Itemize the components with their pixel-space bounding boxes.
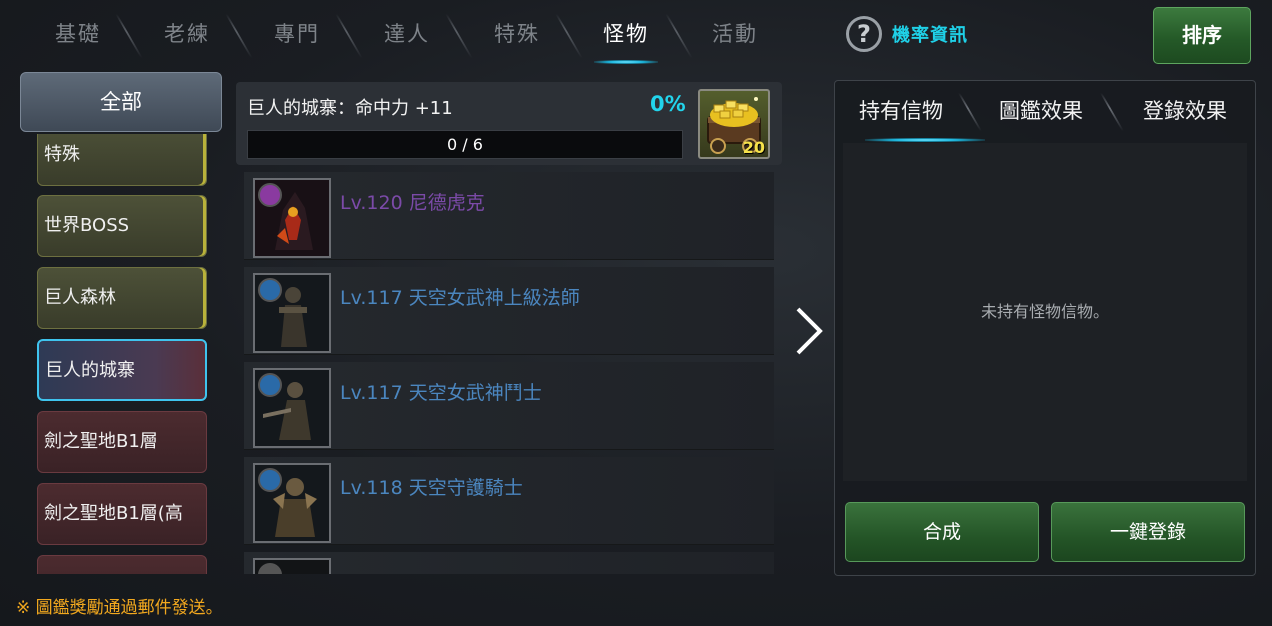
- combine-button[interactable]: 合成: [845, 502, 1039, 562]
- rarity-badge-icon: [258, 373, 282, 397]
- info-panel: 持有信物 圖鑑效果 登錄效果 未持有怪物信物。 合成 一鍵登錄: [834, 80, 1256, 576]
- tab-event[interactable]: 活動: [685, 14, 785, 58]
- tab-label: 持有信物: [859, 99, 943, 123]
- monster-name: Lv.117 天空女武神上級法師: [340, 287, 580, 309]
- set-title: 巨人的城寨：命中力 +11: [247, 98, 453, 119]
- category-label: 巨人森林: [44, 287, 116, 308]
- tab-label: 活動: [712, 22, 758, 46]
- active-tab-indicator: [865, 138, 985, 142]
- monster-portrait-icon: [253, 558, 331, 574]
- top-tab-bar: 基礎 老練 專門 達人 特殊 怪物 活動 ? 機率資訊 排序: [0, 0, 1272, 70]
- tab-label: 老練: [164, 22, 210, 46]
- monster-row[interactable]: Lv.118 天空守護騎士: [244, 457, 774, 545]
- footer-note: ※ 圖鑑獎勵通過郵件發送。: [16, 598, 223, 618]
- category-item-partial[interactable]: [37, 555, 207, 574]
- collection-set-header: 巨人的城寨：命中力 +11 0% 0 / 6 20: [236, 82, 782, 165]
- monster-row-partial[interactable]: [244, 552, 774, 574]
- monster-row[interactable]: Lv.117 天空女武神鬥士: [244, 362, 774, 450]
- category-item-sword-sanctuary-b1-advanced[interactable]: 劍之聖地B1層(高級): [37, 483, 207, 574]
- tab-special[interactable]: 特殊: [467, 14, 567, 58]
- tab-label: 登錄效果: [1143, 99, 1227, 123]
- progress-text: 0 / 6: [447, 135, 483, 154]
- monster-name: Lv.118 天空守護騎士: [340, 477, 523, 499]
- tokens-content-area: 未持有怪物信物。: [843, 143, 1247, 481]
- monster-row[interactable]: Lv.117 天空女武神上級法師: [244, 267, 774, 355]
- probability-info-label: 機率資訊: [892, 25, 968, 46]
- set-progress-bar: 0 / 6: [247, 130, 683, 159]
- tab-veteran[interactable]: 老練: [137, 14, 237, 58]
- monster-name: Lv.117 天空女武神鬥士: [340, 382, 542, 404]
- tab-collection-effect[interactable]: 圖鑑效果: [999, 95, 1083, 125]
- monster-name: Lv.120 尼德虎克: [340, 192, 485, 214]
- category-item-special[interactable]: 特殊: [37, 134, 207, 186]
- tab-label: 圖鑑效果: [999, 99, 1083, 123]
- category-item-giant-forest[interactable]: 巨人森林: [37, 267, 207, 329]
- category-label: 劍之聖地B1層: [44, 431, 158, 452]
- category-all-button[interactable]: 全部: [20, 72, 222, 132]
- tab-master[interactable]: 達人: [357, 14, 457, 58]
- monster-portrait-guardian-knight-icon: [253, 463, 331, 543]
- tab-label: 特殊: [494, 22, 540, 46]
- register-all-button[interactable]: 一鍵登錄: [1051, 502, 1245, 562]
- category-label: 巨人的城寨: [45, 360, 135, 381]
- tab-basic[interactable]: 基礎: [28, 14, 128, 58]
- tab-register-effect[interactable]: 登錄效果: [1143, 95, 1227, 125]
- rarity-badge-icon: [258, 278, 282, 302]
- monster-portrait-valkyrie-mage-icon: [253, 273, 331, 353]
- monster-list[interactable]: Lv.120 尼德虎克 Lv.117 天空女武神上級法師 Lv.117 天空女武…: [244, 170, 782, 574]
- tab-label: 專門: [274, 22, 320, 46]
- rarity-badge-icon: [258, 468, 282, 492]
- set-reward-item[interactable]: 20: [698, 89, 770, 159]
- probability-info-button[interactable]: ? 機率資訊: [846, 15, 968, 53]
- tab-expert[interactable]: 專門: [247, 14, 347, 58]
- chevron-right-icon[interactable]: [792, 305, 826, 367]
- empty-message: 未持有怪物信物。: [980, 302, 1109, 321]
- set-percent: 0%: [650, 92, 686, 116]
- monster-portrait-red-dragon-icon: [253, 178, 331, 258]
- tab-label: 基礎: [55, 22, 101, 46]
- tab-divider: [958, 93, 982, 131]
- tab-divider: [1100, 93, 1124, 131]
- category-item-world-boss[interactable]: 世界BOSS: [37, 195, 207, 257]
- question-circle-icon: ?: [846, 16, 882, 52]
- reward-count: 20: [742, 138, 765, 157]
- monster-row[interactable]: Lv.120 尼德虎克: [244, 172, 774, 260]
- category-item-sword-sanctuary-b1[interactable]: 劍之聖地B1層: [37, 411, 207, 473]
- rarity-badge-icon: [258, 563, 282, 574]
- active-tab-indicator: [594, 60, 658, 64]
- tab-label: 怪物: [603, 22, 649, 46]
- category-list[interactable]: 特殊 世界BOSS 巨人森林 巨人的城寨 劍之聖地B1層 劍之聖地B1層(高級): [20, 134, 222, 574]
- category-label: 特殊: [44, 144, 80, 165]
- rarity-badge-icon: [258, 183, 282, 207]
- tab-label: 達人: [384, 22, 430, 46]
- category-label: 世界BOSS: [44, 215, 130, 236]
- tab-owned-tokens[interactable]: 持有信物: [859, 95, 943, 125]
- sort-button[interactable]: 排序: [1153, 7, 1251, 64]
- category-item-giant-fortress[interactable]: 巨人的城寨: [37, 339, 207, 401]
- monster-portrait-valkyrie-fighter-icon: [253, 368, 331, 448]
- tab-monster[interactable]: 怪物: [576, 14, 676, 64]
